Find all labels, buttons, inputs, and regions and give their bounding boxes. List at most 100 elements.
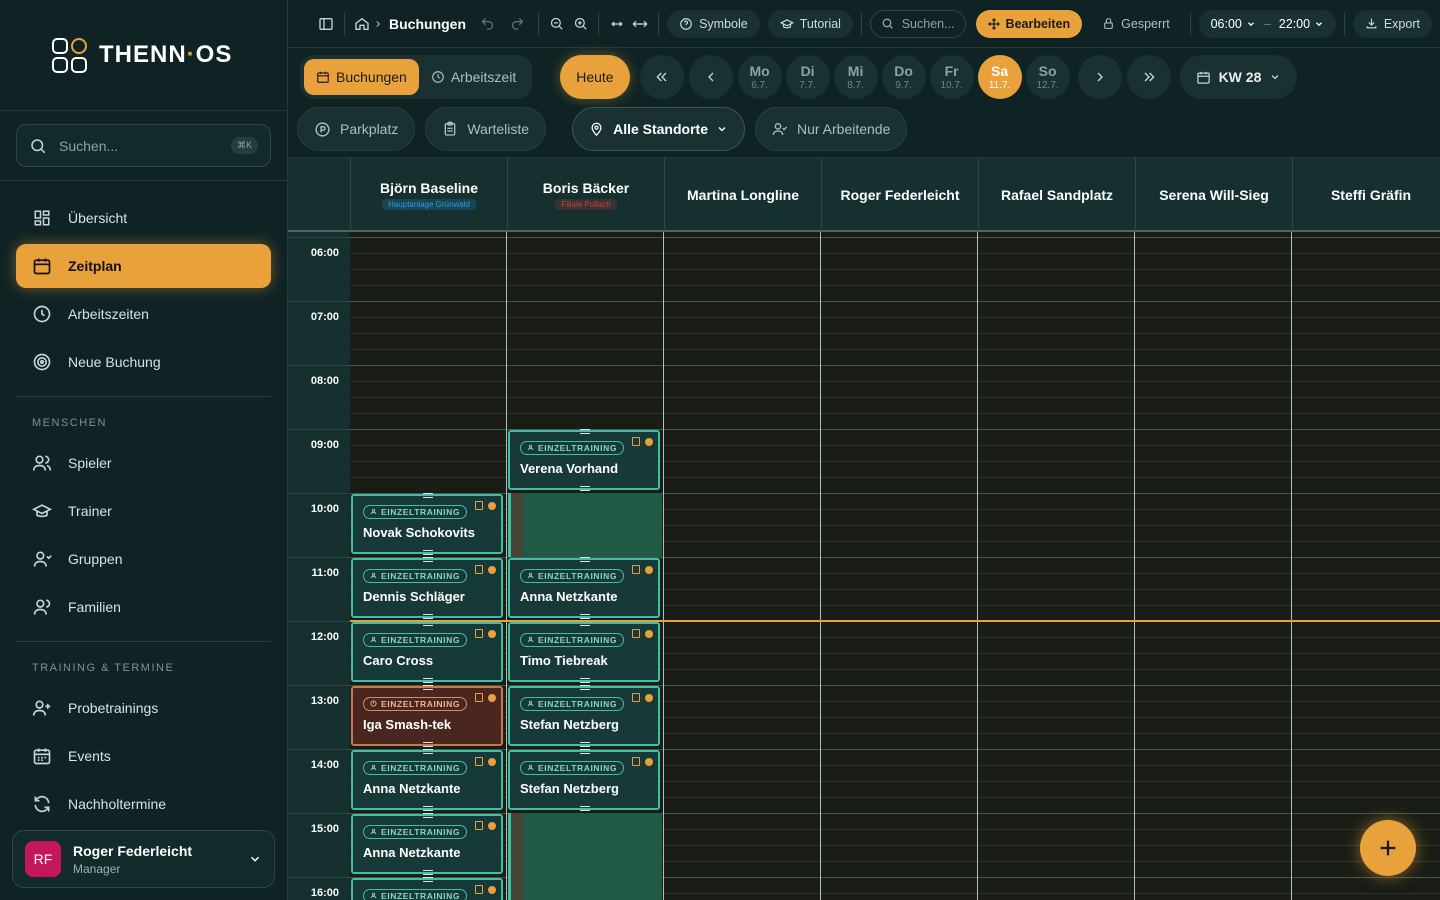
day-mo[interactable]: Mo 6.7. xyxy=(737,55,782,99)
day-sa[interactable]: Sa 11.7. xyxy=(977,55,1022,99)
zoom-in-icon[interactable] xyxy=(570,11,590,37)
resize-handle-bottom[interactable] xyxy=(423,550,433,555)
resize-handle-bottom[interactable] xyxy=(580,486,590,491)
booking-card[interactable]: EINZELTRAINING Dennis Schläger xyxy=(351,557,503,619)
trainer-column-header[interactable]: Serena Will-Sieg xyxy=(1135,158,1292,231)
current-time-line xyxy=(350,620,1440,622)
time-range-select[interactable]: 06:00 – 22:00 xyxy=(1198,9,1337,38)
resize-handle-top[interactable] xyxy=(580,429,590,434)
user-icon xyxy=(370,572,377,579)
booking-type-tag: EINZELTRAINING xyxy=(520,440,625,455)
booking-card[interactable]: EINZELTRAINING xyxy=(351,877,503,900)
trainer-column-header[interactable]: Steffi Gräfin xyxy=(1292,158,1440,231)
day-do[interactable]: Do 9.7. xyxy=(881,55,926,99)
user-menu[interactable]: RF Roger Federleicht Manager xyxy=(12,830,275,888)
export-button[interactable]: Export xyxy=(1352,9,1432,38)
resize-handle-top[interactable] xyxy=(580,557,590,562)
next-day-button[interactable] xyxy=(1077,55,1122,99)
expand-columns-icon[interactable] xyxy=(631,11,651,37)
nav-item-arbeitszeiten[interactable]: Arbeitszeiten xyxy=(16,292,271,336)
resize-handle-bottom[interactable] xyxy=(580,678,590,683)
nav-item-nachholtermine[interactable]: Nachholtermine xyxy=(16,782,271,826)
redo-icon[interactable] xyxy=(508,11,528,37)
booking-card[interactable]: EINZELTRAINING Anna Netzkante xyxy=(351,813,503,875)
resize-handle-bottom[interactable] xyxy=(423,806,433,811)
trainer-column-header[interactable]: Boris Bäcker Filiale Pullach xyxy=(507,158,664,231)
booking-card[interactable]: EINZELTRAINING Iga Smash-tek xyxy=(351,685,503,747)
booking-card[interactable]: EINZELTRAINING Timo Tiebreak xyxy=(508,621,660,683)
open-slot[interactable] xyxy=(508,813,662,900)
waitlist-button[interactable]: Warteliste xyxy=(425,107,547,151)
location-select[interactable]: Alle Standorte xyxy=(572,107,745,151)
shrink-columns-icon[interactable] xyxy=(607,11,627,37)
resize-handle-bottom[interactable] xyxy=(580,614,590,619)
week-picker[interactable]: KW 28 xyxy=(1179,55,1298,99)
resize-handle-top[interactable] xyxy=(423,813,433,818)
resize-handle-bottom[interactable] xyxy=(580,806,590,811)
nav-item-events[interactable]: Events xyxy=(16,734,271,778)
resize-handle-top[interactable] xyxy=(423,749,433,754)
booking-card[interactable]: EINZELTRAINING Stefan Netzberg xyxy=(508,685,660,747)
grid-icon xyxy=(32,208,52,228)
sidebar-search-input[interactable]: Suchen... ⌘K xyxy=(16,124,271,167)
target-icon xyxy=(32,352,52,372)
sidebar-toggle-icon[interactable] xyxy=(316,11,336,37)
undo-icon[interactable] xyxy=(478,11,498,37)
resize-handle-bottom[interactable] xyxy=(423,742,433,747)
resize-handle-top[interactable] xyxy=(423,877,433,882)
booking-type-tag: EINZELTRAINING xyxy=(520,568,625,583)
day-fr[interactable]: Fr 10.7. xyxy=(929,55,974,99)
resize-handle-top[interactable] xyxy=(423,557,433,562)
day-di[interactable]: Di 7.7. xyxy=(785,55,830,99)
resize-handle-bottom[interactable] xyxy=(423,870,433,875)
next-week-button[interactable] xyxy=(1126,55,1171,99)
resize-handle-bottom[interactable] xyxy=(423,678,433,683)
prev-day-button[interactable] xyxy=(688,55,733,99)
player-name: Novak Schokovits xyxy=(363,525,475,540)
booking-card[interactable]: EINZELTRAINING Novak Schokovits xyxy=(351,493,503,555)
nav-item-familien[interactable]: Familien xyxy=(16,585,271,629)
nav-item-trainer[interactable]: Trainer xyxy=(16,489,271,533)
nav-item-gruppen[interactable]: Gruppen xyxy=(16,537,271,581)
trainer-column-header[interactable]: Roger Federleicht xyxy=(821,158,978,231)
trainer-column-header[interactable]: Martina Longline xyxy=(664,158,821,231)
booking-card[interactable]: EINZELTRAINING Verena Vorhand xyxy=(508,429,660,491)
today-button[interactable]: Heute xyxy=(560,55,630,99)
nav-item-zeitplan[interactable]: Zeitplan xyxy=(16,244,271,288)
prev-week-button[interactable] xyxy=(639,55,684,99)
tab-bookings[interactable]: Buchungen xyxy=(304,59,419,95)
booking-type-tag: EINZELTRAINING xyxy=(363,760,468,775)
resize-handle-bottom[interactable] xyxy=(423,614,433,619)
symbols-button[interactable]: Symbole xyxy=(667,9,760,38)
resize-handle-top[interactable] xyxy=(423,685,433,690)
resize-handle-bottom[interactable] xyxy=(580,742,590,747)
add-booking-button[interactable] xyxy=(1360,820,1416,876)
zoom-out-icon[interactable] xyxy=(546,11,566,37)
booking-card[interactable]: EINZELTRAINING Anna Netzkante xyxy=(508,557,660,619)
day-mi[interactable]: Mi 8.7. xyxy=(833,55,878,99)
edit-button[interactable]: Bearbeiten xyxy=(975,9,1083,38)
nav-item-spieler[interactable]: Spieler xyxy=(16,441,271,485)
logo[interactable]: THENN·OS xyxy=(0,0,287,111)
resize-handle-top[interactable] xyxy=(580,749,590,754)
open-slot[interactable] xyxy=(508,493,662,557)
parking-button[interactable]: Parkplatz xyxy=(297,107,416,151)
resize-handle-top[interactable] xyxy=(580,685,590,690)
nav-item-neue-buchung[interactable]: Neue Buchung xyxy=(16,340,271,384)
trainer-column-header[interactable]: Rafael Sandplatz xyxy=(978,158,1135,231)
resize-handle-top[interactable] xyxy=(423,493,433,498)
topbar-search-input[interactable]: Suchen... xyxy=(869,9,966,38)
nav-item-uebersicht[interactable]: Übersicht xyxy=(16,196,271,240)
day-so[interactable]: So 12.7. xyxy=(1025,55,1070,99)
trainer-column-header[interactable]: Björn Baseline Hauptanlage Grünwald xyxy=(350,158,507,231)
tab-worktime[interactable]: Arbeitszeit xyxy=(419,59,528,95)
user-icon xyxy=(527,700,534,707)
locked-button[interactable]: Gesperrt xyxy=(1090,10,1182,38)
home-icon[interactable] xyxy=(353,11,373,37)
booking-card[interactable]: EINZELTRAINING Stefan Netzberg xyxy=(508,749,660,811)
tutorial-button[interactable]: Tutorial xyxy=(767,9,853,38)
booking-card[interactable]: EINZELTRAINING Caro Cross xyxy=(351,621,503,683)
only-working-toggle[interactable]: Nur Arbeitende xyxy=(754,107,908,151)
nav-item-probetrainings[interactable]: Probetrainings xyxy=(16,686,271,730)
booking-card[interactable]: EINZELTRAINING Anna Netzkante xyxy=(351,749,503,811)
